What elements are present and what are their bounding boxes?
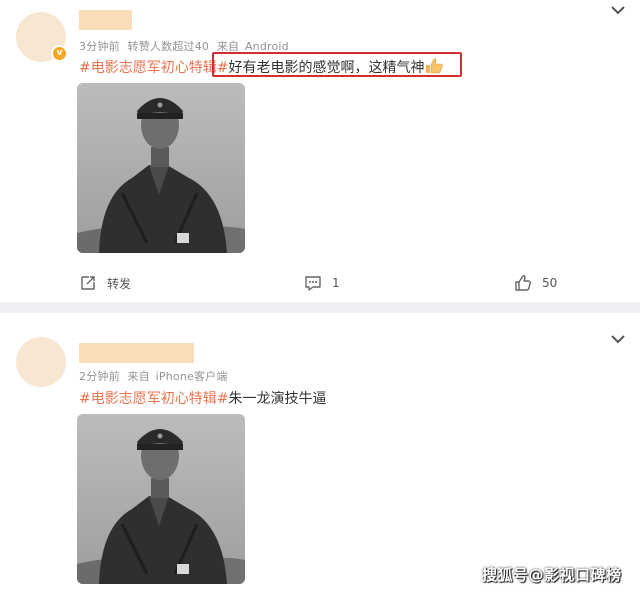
post-meta: 2分钟前 来自 iPhone客户端: [79, 368, 228, 384]
repost-icon: [81, 276, 95, 290]
highlight-box: [212, 52, 462, 77]
repost-button[interactable]: 转发: [79, 274, 131, 292]
avatar[interactable]: v: [16, 12, 68, 62]
avatar[interactable]: [16, 337, 66, 387]
post-source: iPhone客户端: [155, 370, 228, 383]
post-photo[interactable]: [77, 414, 245, 584]
source-prefix: 来自: [127, 370, 150, 383]
username-redacted[interactable]: [79, 343, 194, 363]
username-redacted[interactable]: [79, 10, 132, 30]
comment-button[interactable]: 1: [304, 274, 340, 292]
repost-like-count: 转赞人数超过40: [127, 40, 210, 53]
post-separator: [0, 302, 640, 313]
chevron-down-icon[interactable]: [609, 3, 627, 17]
chevron-down-icon[interactable]: [609, 332, 627, 346]
like-button[interactable]: 50: [514, 274, 557, 292]
weibo-post-2: 2分钟前 来自 iPhone客户端 #电影志愿军初心特辑#朱一龙演技牛逼: [0, 313, 640, 592]
post-text: 朱一龙演技牛逼: [228, 391, 327, 407]
post-time[interactable]: 2分钟前: [79, 370, 120, 383]
like-count: 50: [542, 276, 558, 290]
like-icon: [515, 275, 532, 291]
verified-badge-icon: v: [51, 45, 68, 62]
weibo-post-1: v 3分钟前 转赞人数超过40 来自 Android #电影志愿军初心特辑#好有…: [0, 0, 640, 302]
post-photo[interactable]: [77, 83, 245, 253]
watermark: 搜狐号@影视口碑榜: [482, 566, 622, 584]
comment-count: 1: [332, 276, 340, 290]
comment-icon: [305, 276, 321, 291]
repost-label: 转发: [107, 276, 132, 291]
post-content: #电影志愿军初心特辑#朱一龙演技牛逼: [79, 388, 326, 408]
hashtag-link[interactable]: #电影志愿军初心特辑#: [79, 60, 228, 76]
hashtag-link[interactable]: #电影志愿军初心特辑#: [79, 391, 228, 407]
post-time[interactable]: 3分钟前: [79, 40, 120, 53]
